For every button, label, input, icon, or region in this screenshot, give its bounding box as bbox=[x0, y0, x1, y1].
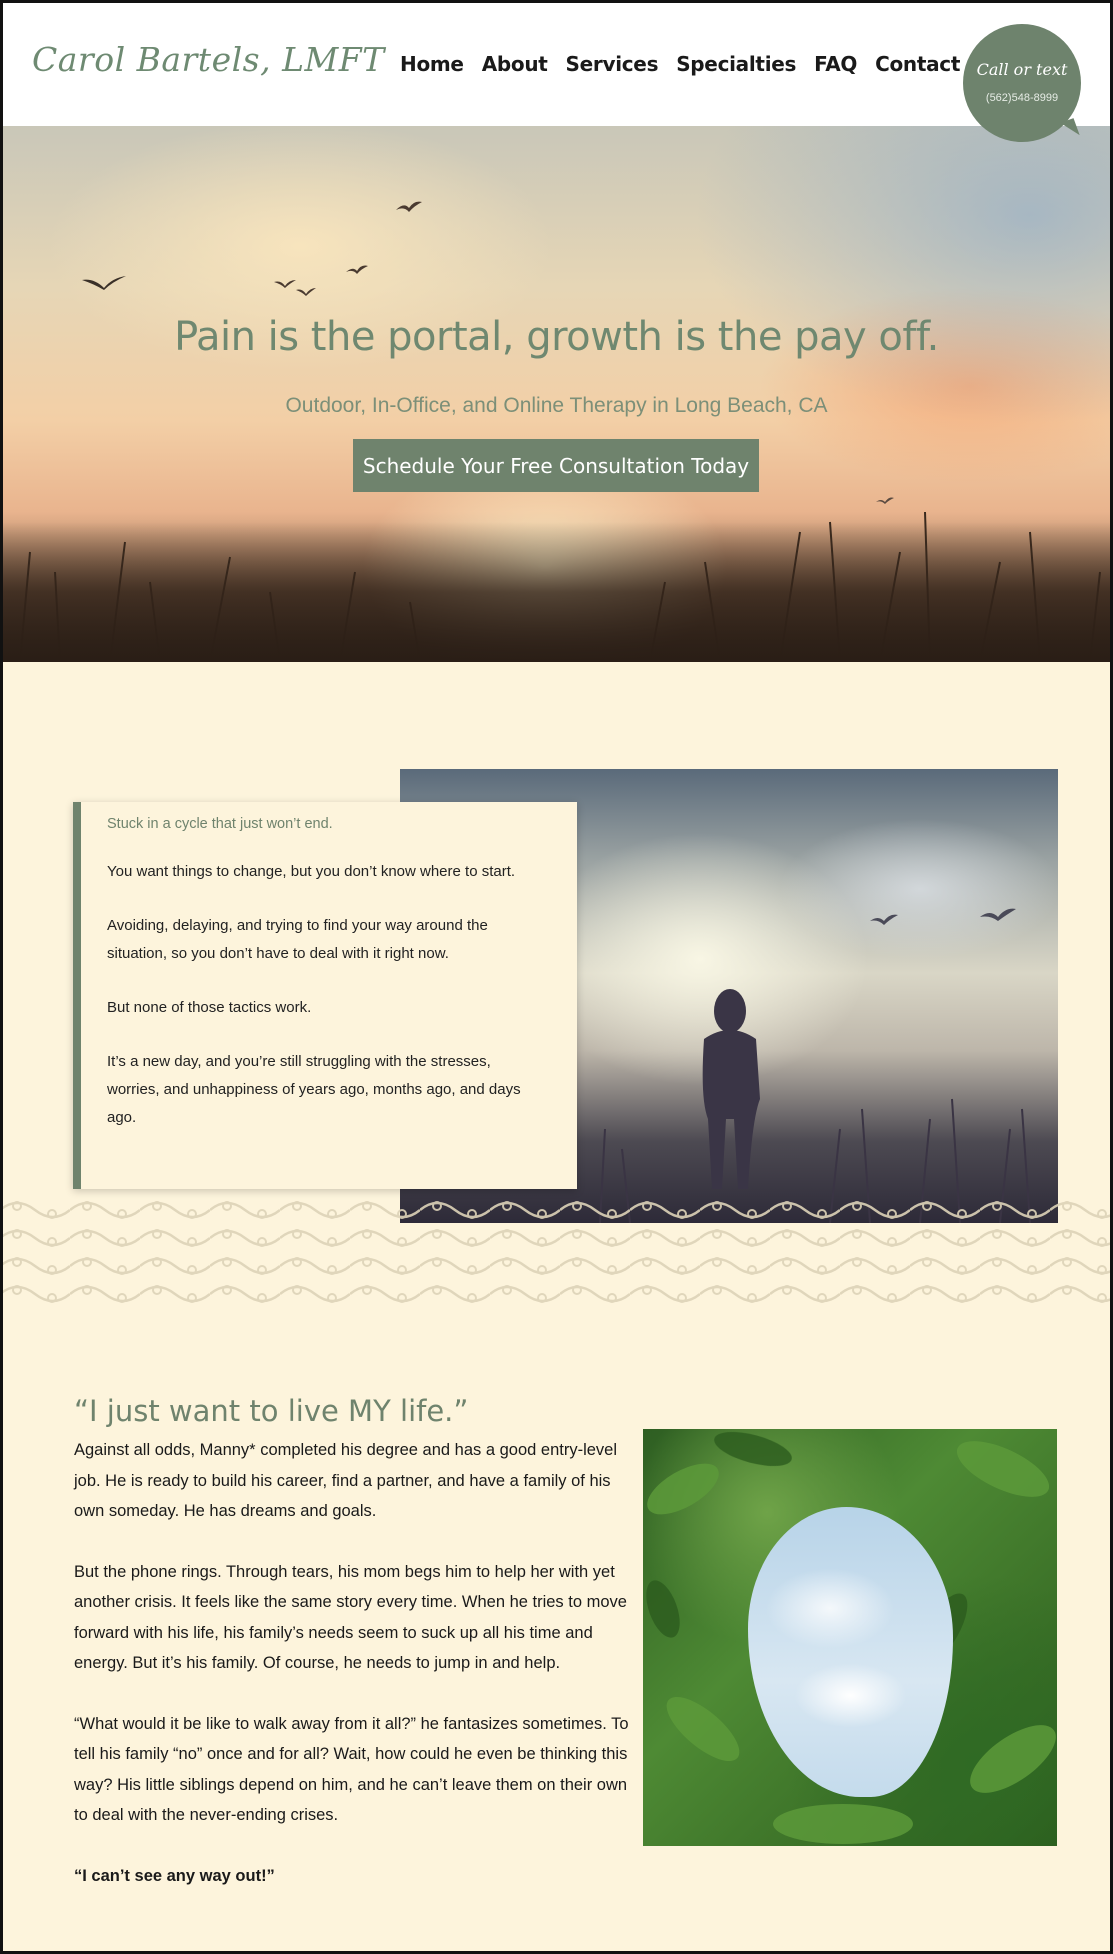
cycle-quote-card: Stuck in a cycle that just won’t end. Yo… bbox=[73, 802, 577, 1189]
bird-icon bbox=[346, 265, 368, 274]
hero-headline: Pain is the portal, growth is the pay of… bbox=[174, 314, 939, 360]
site-logo[interactable]: Carol Bartels, LMFT bbox=[32, 40, 385, 79]
bird-icon bbox=[396, 201, 422, 212]
cycle-paragraph: Avoiding, delaying, and trying to find y… bbox=[107, 917, 488, 962]
cycle-paragraph: But none of those tactics work. bbox=[107, 999, 312, 1016]
story-body: Against all odds, Manny* completed his d… bbox=[74, 1435, 634, 1921]
hero-subheading: Outdoor, In-Office, and Online Therapy i… bbox=[285, 394, 828, 417]
cycle-paragraph: It’s a new day, and you’re still struggl… bbox=[107, 1053, 521, 1126]
main-nav: Home About Services Specialties FAQ Cont… bbox=[400, 52, 978, 76]
nav-about[interactable]: About bbox=[482, 52, 548, 76]
nav-services[interactable]: Services bbox=[566, 52, 659, 76]
nav-specialties[interactable]: Specialties bbox=[676, 52, 796, 76]
leaves-head-photo bbox=[643, 1429, 1057, 1846]
bubble-phone: (562)548-8999 bbox=[985, 92, 1059, 104]
nav-contact[interactable]: Contact bbox=[875, 52, 960, 76]
story-closing: “I can’t see any way out!” bbox=[74, 1866, 275, 1885]
schedule-consultation-button[interactable]: Schedule Your Free Consultation Today bbox=[353, 439, 759, 492]
cycle-lead: Stuck in a cycle that just won’t end. bbox=[107, 816, 333, 832]
bird-icon bbox=[876, 497, 894, 504]
call-or-text-bubble[interactable]: Call or text (562)548-8999 bbox=[963, 24, 1081, 142]
bird-icon bbox=[82, 276, 126, 290]
hero-ground bbox=[0, 522, 1113, 662]
story-title: “I just want to live MY life.” bbox=[74, 1394, 469, 1428]
hero-sky bbox=[693, 126, 1113, 426]
hero-section: Pain is the portal, growth is the pay of… bbox=[0, 126, 1113, 662]
bird-icon bbox=[274, 280, 296, 288]
bird-icon bbox=[296, 288, 316, 296]
bubble-title: Call or text bbox=[976, 60, 1068, 79]
nav-faq[interactable]: FAQ bbox=[814, 52, 857, 76]
story-paragraph: “What would it be like to walk away from… bbox=[74, 1714, 629, 1825]
story-paragraph: Against all odds, Manny* completed his d… bbox=[74, 1441, 618, 1520]
story-paragraph: But the phone rings. Through tears, his … bbox=[74, 1562, 627, 1673]
decorative-pattern bbox=[0, 1196, 1113, 1308]
site-header: Carol Bartels, LMFT Home About Services … bbox=[0, 0, 1113, 142]
nav-home[interactable]: Home bbox=[400, 52, 464, 76]
cycle-paragraph: You want things to change, but you don’t… bbox=[107, 863, 516, 880]
